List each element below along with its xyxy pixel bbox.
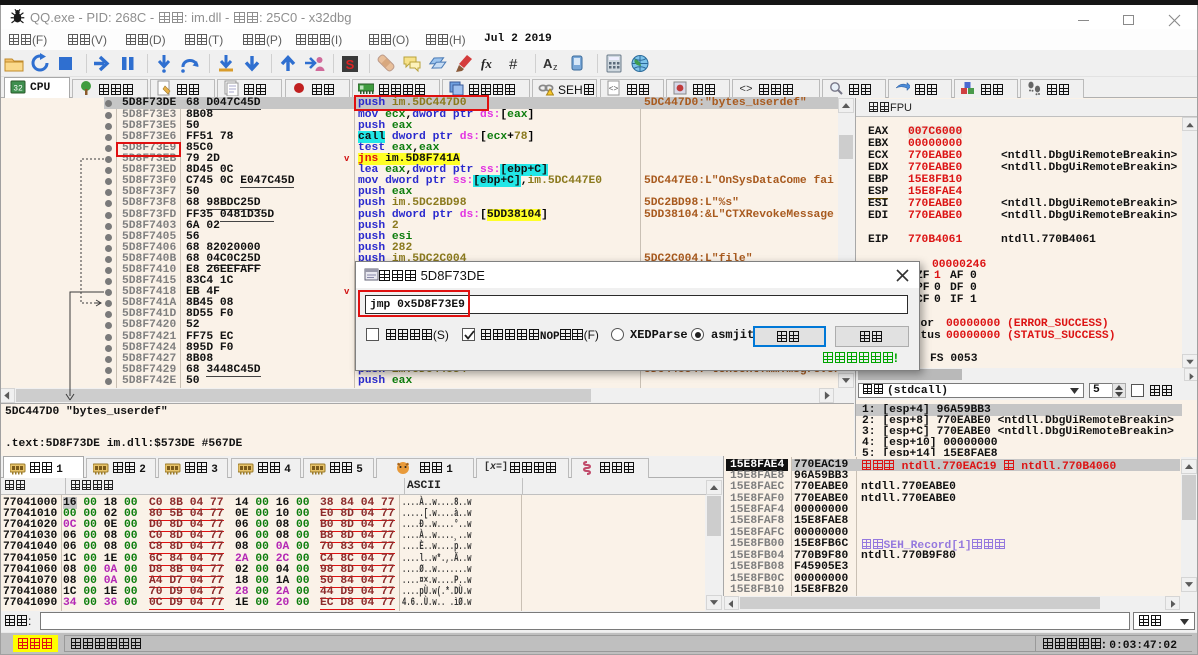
svg-text:A: A (543, 56, 553, 71)
svg-text:S: S (346, 57, 355, 72)
svg-text:#: # (509, 56, 518, 73)
svg-text:fx: fx (481, 56, 492, 71)
svg-text:<>: <> (739, 84, 752, 96)
svg-text:<>: <> (609, 85, 619, 94)
svg-text:32: 32 (13, 85, 23, 94)
svg-text:z: z (553, 62, 558, 72)
